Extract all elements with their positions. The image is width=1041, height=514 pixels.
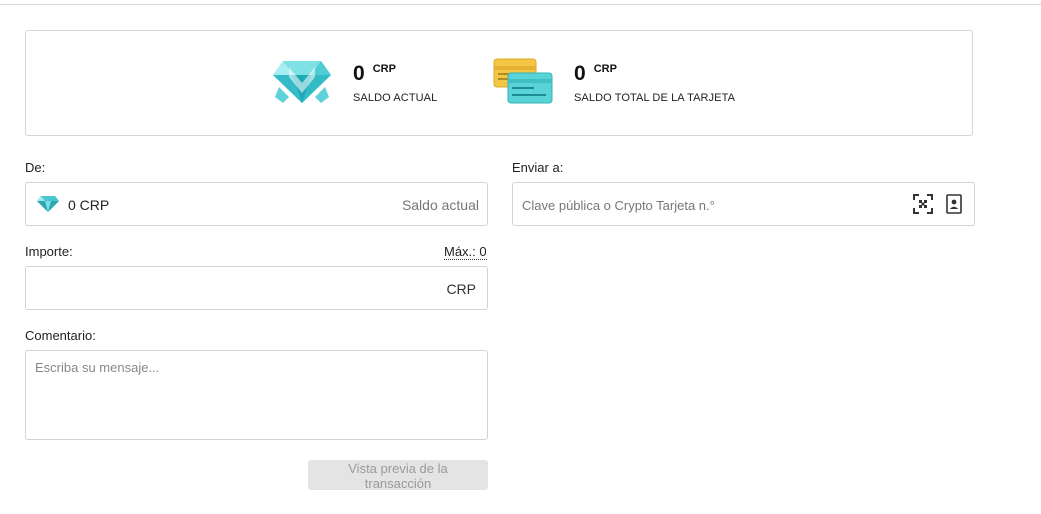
card-total-balance: 0 CRP SALDO TOTAL DE LA TARJETA — [492, 31, 735, 135]
crypto-cards-icon — [492, 57, 554, 110]
amount-field: CRP — [25, 266, 488, 310]
amount-label: Importe: — [25, 244, 73, 259]
from-account-value: 0 CRP — [68, 197, 110, 213]
to-label: Enviar a: — [512, 160, 564, 175]
comment-label: Comentario: — [25, 328, 96, 343]
from-account-hint: Saldo actual — [401, 197, 479, 213]
max-amount-link[interactable]: Máx.: 0 — [444, 244, 487, 260]
from-label: De: — [25, 160, 46, 175]
diamond-icon — [36, 195, 60, 218]
qr-scan-icon[interactable] — [913, 194, 933, 219]
from-account-select[interactable]: 0 CRP Saldo actual — [25, 182, 488, 226]
address-book-icon[interactable] — [945, 194, 963, 219]
recipient-input[interactable] — [522, 195, 892, 215]
current-balance-amount: 0 — [353, 62, 365, 85]
amount-input[interactable] — [36, 279, 436, 299]
current-balance-label: SALDO ACTUAL — [353, 92, 438, 104]
card-total-unit: CRP — [593, 63, 617, 75]
top-divider — [0, 4, 1041, 5]
card-total-label: SALDO TOTAL DE LA TARJETA — [574, 92, 736, 104]
card-total-amount: 0 — [574, 62, 586, 85]
recipient-field — [512, 182, 975, 226]
preview-transaction-button[interactable]: Vista previa de la transacción — [308, 460, 488, 491]
comment-textarea[interactable] — [25, 350, 488, 440]
current-balance-unit: CRP — [372, 63, 396, 75]
balance-panel: 0 CRP SALDO ACTUAL 0 CRP SALDO TOTAL DE … — [25, 30, 973, 136]
current-balance: 0 CRP SALDO ACTUAL — [271, 31, 437, 135]
crystal-logo-icon — [271, 57, 333, 110]
amount-unit: CRP — [446, 281, 476, 297]
